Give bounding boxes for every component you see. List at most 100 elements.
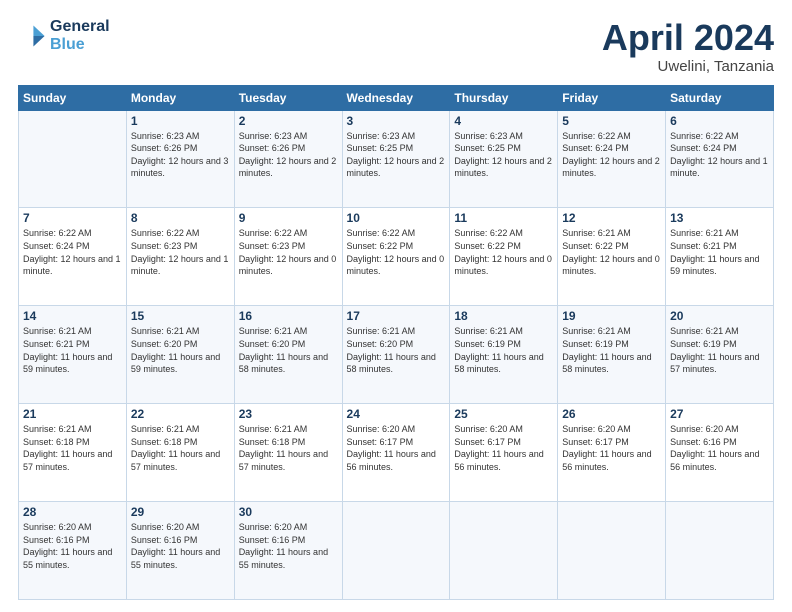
day-info: Sunrise: 6:23 AMSunset: 6:25 PMDaylight:… [347,130,446,180]
day-info: Sunrise: 6:23 AMSunset: 6:25 PMDaylight:… [454,130,553,180]
day-info: Sunrise: 6:21 AMSunset: 6:19 PMDaylight:… [454,325,553,375]
table-row: 10Sunrise: 6:22 AMSunset: 6:22 PMDayligh… [342,208,450,306]
day-info: Sunrise: 6:21 AMSunset: 6:20 PMDaylight:… [347,325,446,375]
logo-text-line2: Blue [50,36,110,54]
day-number: 29 [131,505,230,519]
table-row: 2 Sunrise: 6:23 AMSunset: 6:26 PMDaylight… [234,110,342,208]
table-row: 19 Sunrise: 6:21 AMSunset: 6:19 PMDayligh… [558,306,666,404]
table-row: 17 Sunrise: 6:21 AMSunset: 6:20 PMDayligh… [342,306,450,404]
day-number: 27 [670,407,769,421]
day-number: 17 [347,309,446,323]
table-row [666,502,774,600]
calendar-week-row: 21 Sunrise: 6:21 AMSunset: 6:18 PMDayligh… [19,404,774,502]
day-number: 19 [562,309,661,323]
table-row: 23Sunrise: 6:21 AMSunset: 6:18 PMDayligh… [234,404,342,502]
table-row: 26 Sunrise: 6:20 AMSunset: 6:17 PMDayligh… [558,404,666,502]
day-info: Sunrise: 6:20 AMSunset: 6:17 PMDaylight:… [454,423,553,473]
day-number: 5 [562,114,661,128]
day-info: Sunrise: 6:20 AMSunset: 6:17 PMDaylight:… [562,423,661,473]
table-row: 28Sunrise: 6:20 AMSunset: 6:16 PMDayligh… [19,502,127,600]
page-header: General Blue April 2024 Uwelini, Tanzani… [18,18,774,75]
day-info: Sunrise: 6:21 AMSunset: 6:20 PMDaylight:… [239,325,338,375]
calendar-week-row: 1 Sunrise: 6:23 AMSunset: 6:26 PMDaylight… [19,110,774,208]
day-info: Sunrise: 6:21 AMSunset: 6:20 PMDaylight:… [131,325,230,375]
day-number: 2 [239,114,338,128]
table-row: 22Sunrise: 6:21 AMSunset: 6:18 PMDayligh… [126,404,234,502]
table-row: 16 Sunrise: 6:21 AMSunset: 6:20 PMDayligh… [234,306,342,404]
location: Uwelini, Tanzania [602,58,774,75]
day-info: Sunrise: 6:22 AMSunset: 6:24 PMDaylight:… [23,227,122,277]
table-row: 29 Sunrise: 6:20 AMSunset: 6:16 PMDayligh… [126,502,234,600]
table-row: 25Sunrise: 6:20 AMSunset: 6:17 PMDayligh… [450,404,558,502]
day-info: Sunrise: 6:22 AMSunset: 6:23 PMDaylight:… [131,227,230,277]
table-row: 13 Sunrise: 6:21 AMSunset: 6:21 PMDayligh… [666,208,774,306]
logo-text-line1: General [50,18,110,36]
table-row: 15 Sunrise: 6:21 AMSunset: 6:20 PMDayligh… [126,306,234,404]
table-row [19,110,127,208]
day-number: 3 [347,114,446,128]
day-number: 7 [23,211,122,225]
calendar-week-row: 28 Sunrise: 6:20 AMSunset: 6:16 PMDayligh… [19,502,774,600]
day-number: 12 [562,211,661,225]
day-number: 20 [670,309,769,323]
day-info: Sunrise: 6:20 AMSunset: 6:16 PMDaylight:… [131,521,230,571]
day-number: 15 [131,309,230,323]
calendar-week-row: 7 Sunrise: 6:22 AMSunset: 6:24 PMDaylight… [19,208,774,306]
day-number: 26 [562,407,661,421]
calendar-header-row: Sunday Monday Tuesday Wednesday Thursday… [19,85,774,110]
title-block: April 2024 Uwelini, Tanzania [602,18,774,75]
table-row [558,502,666,600]
day-number: 18 [454,309,553,323]
table-row [450,502,558,600]
header-sunday: Sunday [19,85,127,110]
day-info: Sunrise: 6:21 AMSunset: 6:21 PMDaylight:… [670,227,769,277]
day-number: 30 [239,505,338,519]
logo: General Blue [18,18,110,53]
day-info: Sunrise: 6:23 AMSunset: 6:26 PMDaylight:… [239,130,338,180]
header-monday: Monday [126,85,234,110]
day-number: 8 [131,211,230,225]
day-info: Sunrise: 6:21 AMSunset: 6:18 PMDaylight:… [239,423,338,473]
calendar-table: Sunday Monday Tuesday Wednesday Thursday… [18,85,774,600]
day-info: Sunrise: 6:21 AMSunset: 6:22 PMDaylight:… [562,227,661,277]
day-info: Sunrise: 6:22 AMSunset: 6:23 PMDaylight:… [239,227,338,277]
day-number: 28 [23,505,122,519]
month-title: April 2024 [602,18,774,58]
table-row: 5 Sunrise: 6:22 AMSunset: 6:24 PMDaylight… [558,110,666,208]
table-row: 14 Sunrise: 6:21 AMSunset: 6:21 PMDayligh… [19,306,127,404]
table-row: 18 Sunrise: 6:21 AMSunset: 6:19 PMDayligh… [450,306,558,404]
day-info: Sunrise: 6:20 AMSunset: 6:16 PMDaylight:… [670,423,769,473]
calendar-week-row: 14 Sunrise: 6:21 AMSunset: 6:21 PMDayligh… [19,306,774,404]
day-number: 21 [23,407,122,421]
day-number: 10 [347,211,446,225]
table-row: 1Sunrise: 6:23 AMSunset: 6:26 PMDaylight… [126,110,234,208]
table-row: 6Sunrise: 6:22 AMSunset: 6:24 PMDaylight… [666,110,774,208]
day-number: 13 [670,211,769,225]
table-row: 24Sunrise: 6:20 AMSunset: 6:17 PMDayligh… [342,404,450,502]
table-row: 30Sunrise: 6:20 AMSunset: 6:16 PMDayligh… [234,502,342,600]
day-number: 9 [239,211,338,225]
table-row: 21 Sunrise: 6:21 AMSunset: 6:18 PMDayligh… [19,404,127,502]
day-info: Sunrise: 6:21 AMSunset: 6:18 PMDaylight:… [23,423,122,473]
day-number: 11 [454,211,553,225]
day-info: Sunrise: 6:22 AMSunset: 6:24 PMDaylight:… [562,130,661,180]
day-info: Sunrise: 6:21 AMSunset: 6:19 PMDaylight:… [670,325,769,375]
table-row: 8 Sunrise: 6:22 AMSunset: 6:23 PMDaylight… [126,208,234,306]
table-row: 3 Sunrise: 6:23 AMSunset: 6:25 PMDaylight… [342,110,450,208]
table-row: 4Sunrise: 6:23 AMSunset: 6:25 PMDaylight… [450,110,558,208]
header-saturday: Saturday [666,85,774,110]
header-thursday: Thursday [450,85,558,110]
day-number: 1 [131,114,230,128]
table-row: 27 Sunrise: 6:20 AMSunset: 6:16 PMDayligh… [666,404,774,502]
day-info: Sunrise: 6:21 AMSunset: 6:18 PMDaylight:… [131,423,230,473]
day-info: Sunrise: 6:21 AMSunset: 6:21 PMDaylight:… [23,325,122,375]
header-wednesday: Wednesday [342,85,450,110]
day-info: Sunrise: 6:22 AMSunset: 6:24 PMDaylight:… [670,130,769,180]
table-row: 20 Sunrise: 6:21 AMSunset: 6:19 PMDayligh… [666,306,774,404]
day-number: 14 [23,309,122,323]
day-info: Sunrise: 6:21 AMSunset: 6:19 PMDaylight:… [562,325,661,375]
table-row: 11Sunrise: 6:22 AMSunset: 6:22 PMDayligh… [450,208,558,306]
header-tuesday: Tuesday [234,85,342,110]
day-number: 16 [239,309,338,323]
table-row: 9 Sunrise: 6:22 AMSunset: 6:23 PMDaylight… [234,208,342,306]
